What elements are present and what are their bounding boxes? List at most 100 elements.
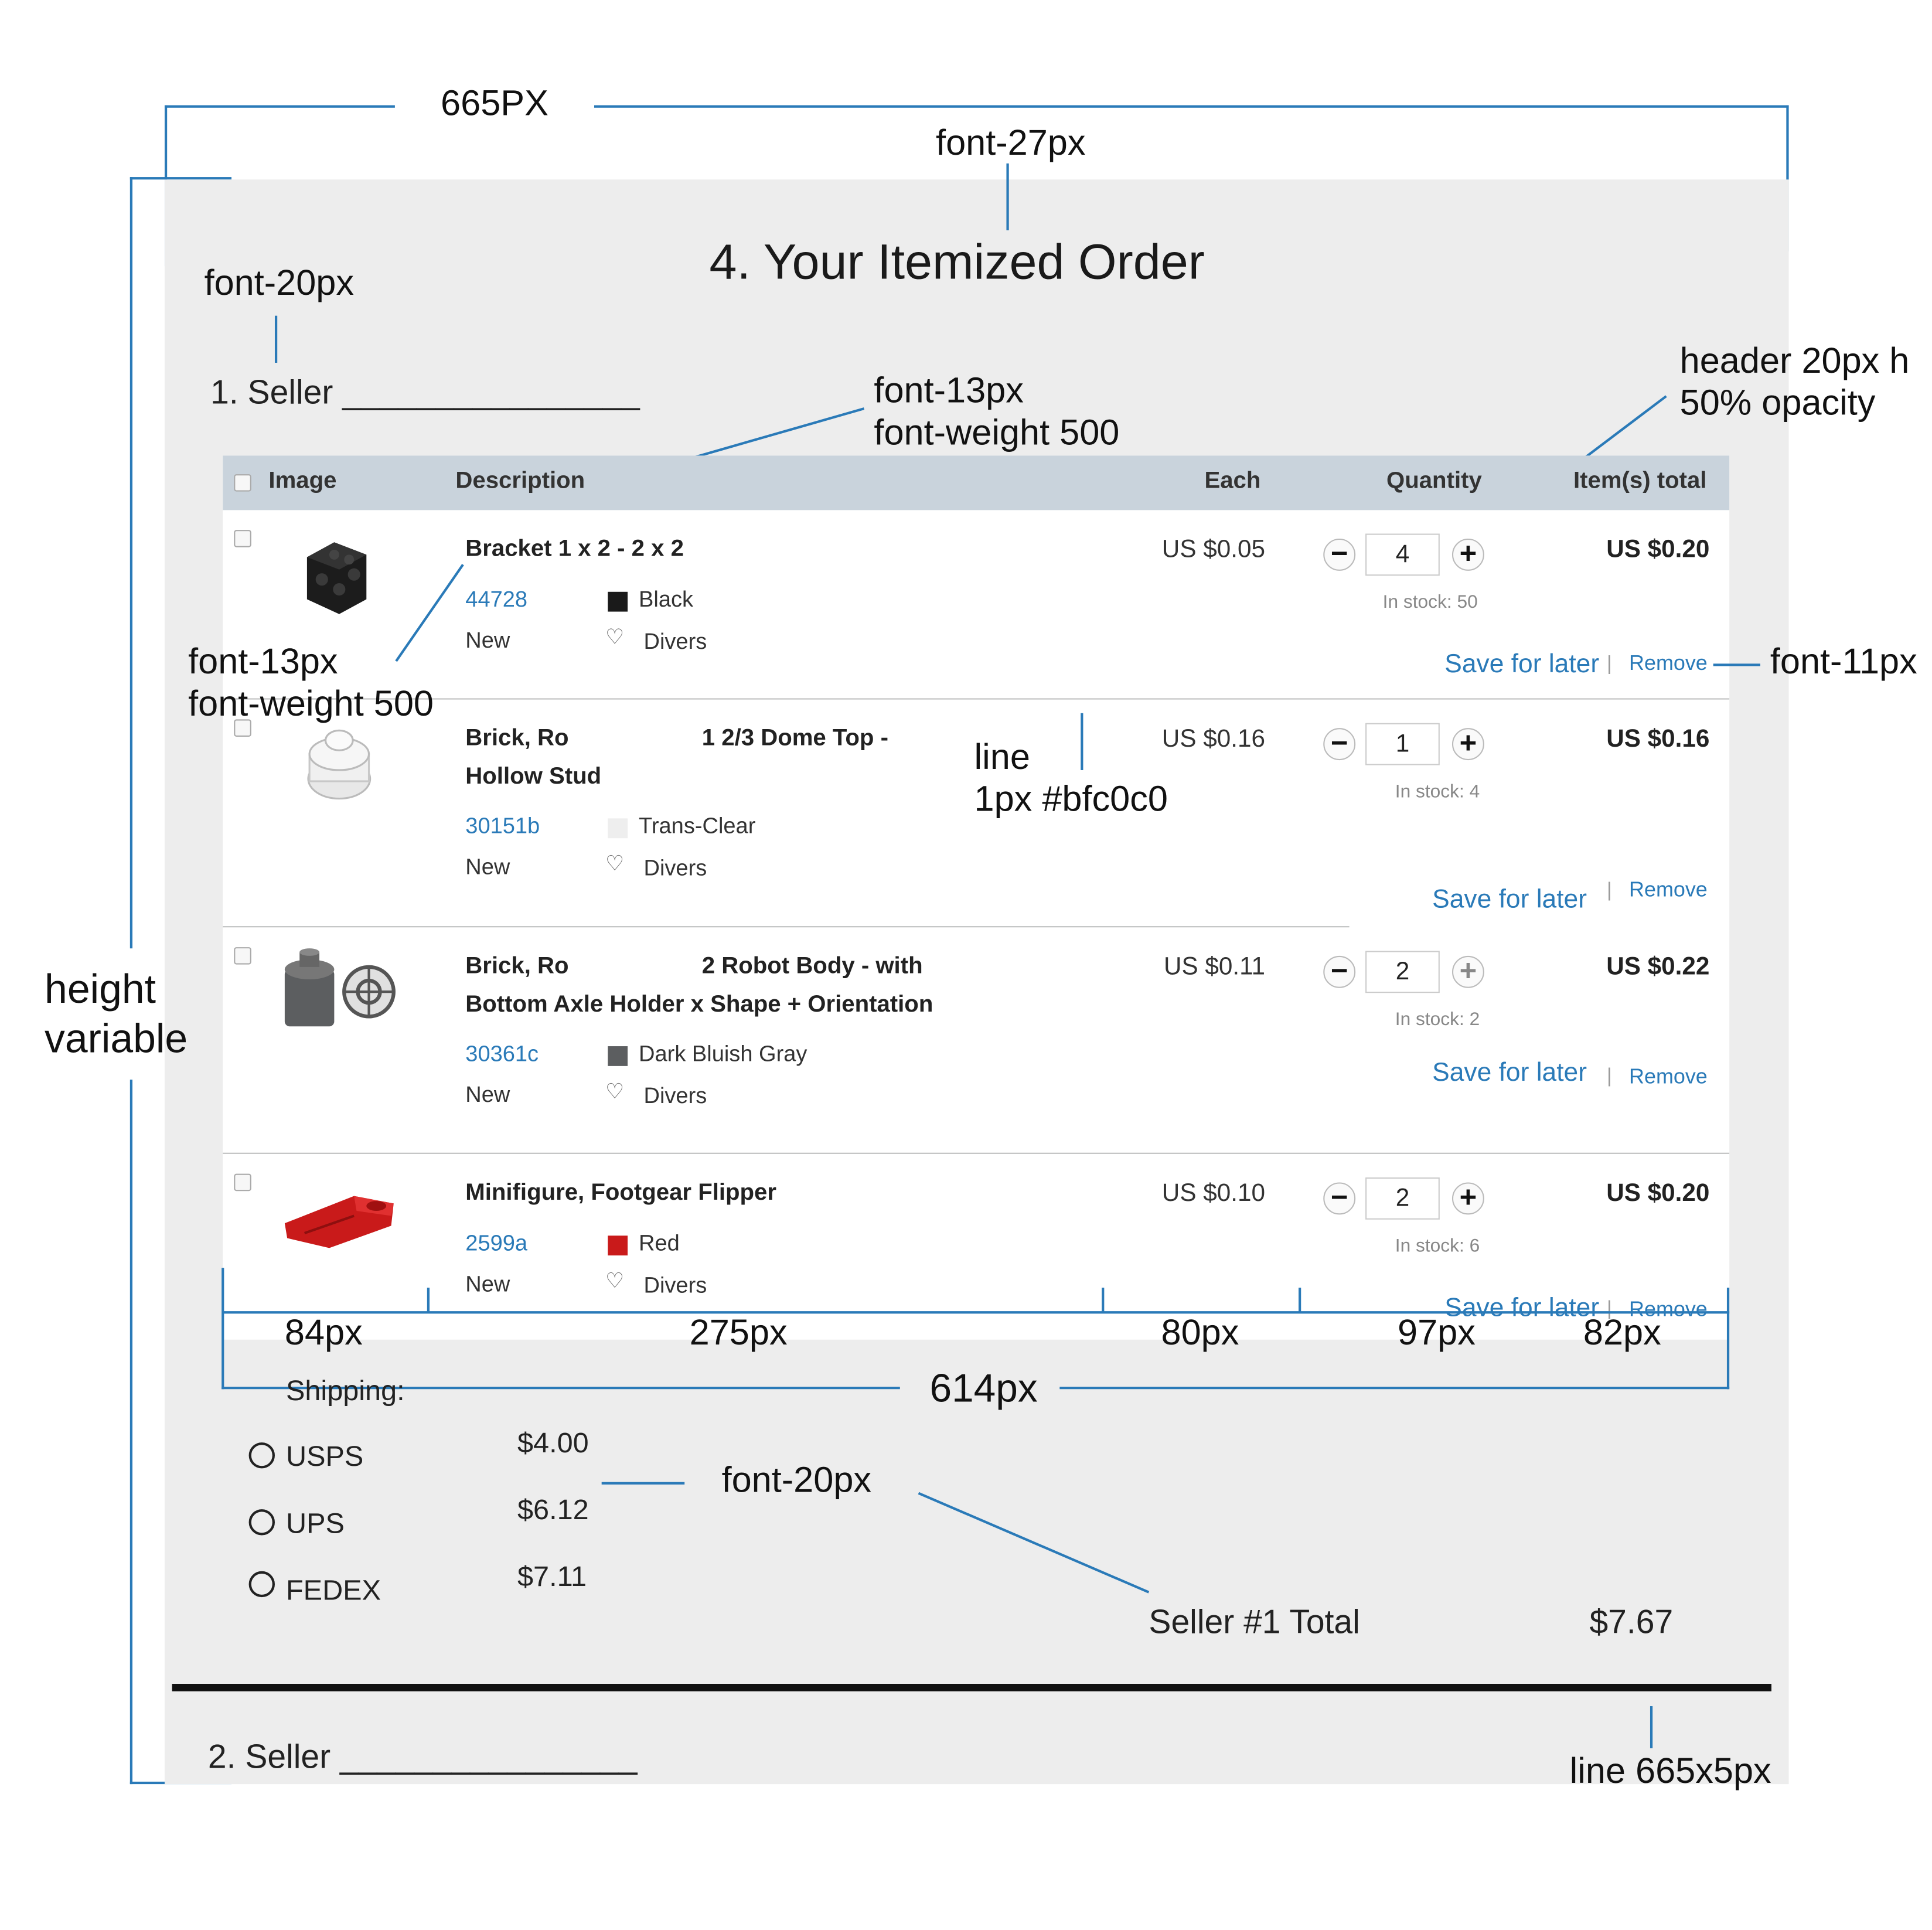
item-each-price: US $0.11 bbox=[1163, 953, 1265, 981]
usps-price: $4.00 bbox=[517, 1426, 589, 1459]
annotation-font11: font-11px bbox=[1770, 642, 1917, 682]
annotation-font13-item: font-13px bbox=[188, 642, 338, 682]
item-name-line2: Hollow Stud bbox=[465, 764, 602, 790]
heart-icon: ♡ bbox=[605, 625, 625, 649]
seller-total-label: Seller #1 Total bbox=[1149, 1603, 1360, 1641]
item-each-price: US $0.10 bbox=[1161, 1180, 1265, 1207]
remove-link[interactable]: Remove bbox=[1629, 651, 1708, 676]
robot-body-image bbox=[284, 948, 396, 1027]
annotation-font27-line bbox=[1006, 163, 1009, 230]
annotation-font13-header: font-13px bbox=[874, 371, 1024, 411]
decrease-qty-button[interactable]: − bbox=[1323, 728, 1356, 761]
annotation-divider-pointer bbox=[1650, 1706, 1653, 1748]
annotation-line: line bbox=[974, 738, 1030, 778]
header-description: Description bbox=[455, 468, 585, 494]
increase-qty-button[interactable]: + bbox=[1451, 1182, 1484, 1215]
annotation-header-height: header 20px h bbox=[1679, 342, 1910, 382]
flipper-image bbox=[284, 1196, 394, 1248]
item-each-price: US $0.05 bbox=[1161, 536, 1265, 564]
usps-label: USPS bbox=[285, 1439, 364, 1472]
annotation-font20-bottom: font-20px bbox=[721, 1461, 872, 1501]
quantity-input[interactable]: 4 bbox=[1365, 533, 1440, 576]
seller-divider bbox=[172, 1684, 1771, 1691]
bracket-top-right bbox=[594, 105, 1789, 108]
ups-radio[interactable] bbox=[248, 1509, 275, 1536]
item-stock: In stock: 2 bbox=[1395, 1009, 1480, 1030]
columns-measure-line bbox=[223, 1311, 1730, 1314]
fedex-radio[interactable] bbox=[248, 1571, 275, 1598]
ups-label: UPS bbox=[285, 1506, 345, 1539]
annotation-header-opacity: 50% opacity bbox=[1679, 383, 1876, 424]
remove-link[interactable]: Remove bbox=[1629, 878, 1708, 903]
item-color: Black bbox=[639, 587, 694, 612]
row-checkbox[interactable] bbox=[234, 530, 251, 547]
item-total: US $0.22 bbox=[1606, 953, 1710, 981]
annotation-col-quantity: 97px bbox=[1398, 1313, 1476, 1353]
bracket-part-image bbox=[306, 542, 367, 614]
save-for-later-link[interactable]: Save for later bbox=[1432, 1058, 1587, 1088]
remove-link[interactable]: Remove bbox=[1629, 1065, 1708, 1090]
increase-qty-button[interactable]: + bbox=[1451, 538, 1484, 571]
annotation-font20-bottom-line bbox=[601, 1482, 685, 1485]
color-swatch bbox=[608, 591, 628, 612]
col-tick-4 bbox=[1726, 1288, 1730, 1390]
header-total: Item(s) total bbox=[1573, 468, 1707, 494]
item-total: US $0.20 bbox=[1606, 1180, 1710, 1207]
table-width-right bbox=[1059, 1387, 1730, 1390]
item-condition: New bbox=[465, 854, 510, 879]
annotation-divider: line 665x5px bbox=[1569, 1752, 1771, 1792]
ups-price: $6.12 bbox=[517, 1493, 589, 1526]
link-separator: | bbox=[1607, 1066, 1612, 1087]
save-for-later-link[interactable]: Save for later bbox=[1444, 650, 1599, 680]
annotation-weight500-item: font-weight 500 bbox=[188, 685, 434, 724]
header-image: Image bbox=[268, 468, 337, 494]
header-each: Each bbox=[1204, 468, 1261, 494]
decrease-qty-button[interactable]: − bbox=[1323, 1182, 1356, 1215]
row-checkbox[interactable] bbox=[234, 1173, 251, 1192]
decrease-qty-button[interactable]: − bbox=[1323, 538, 1356, 571]
link-separator: | bbox=[1607, 653, 1612, 675]
fedex-price: $7.11 bbox=[517, 1560, 587, 1592]
save-for-later-link[interactable]: Save for later bbox=[1432, 885, 1587, 915]
col-tick-3 bbox=[1299, 1288, 1301, 1313]
annotation-item-pointer bbox=[395, 564, 464, 662]
item-name-continued: 2 Robot Body - with bbox=[701, 953, 923, 979]
quantity-input[interactable]: 2 bbox=[1365, 951, 1440, 993]
item-stock: In stock: 50 bbox=[1382, 591, 1478, 613]
item-code-link[interactable]: 2599a bbox=[465, 1231, 527, 1257]
item-code-link[interactable]: 30151b bbox=[465, 813, 540, 839]
increase-qty-button[interactable]: + bbox=[1451, 728, 1484, 761]
item-name: Minifigure, Footgear Flipper bbox=[465, 1180, 777, 1206]
page-title: 4. Your Itemized Order bbox=[709, 235, 1205, 290]
seller-total-value: $7.67 bbox=[1589, 1603, 1674, 1641]
table-row: Brick, Ro 2 Robot Body - with Bottom Axl… bbox=[223, 927, 1729, 1154]
item-name-continued: 1 2/3 Dome Top - bbox=[701, 725, 888, 752]
quantity-input[interactable]: 1 bbox=[1365, 723, 1440, 765]
annotation-col-image: 84px bbox=[284, 1313, 363, 1353]
annotation-width: 665PX bbox=[441, 84, 549, 124]
annotation-col-each: 80px bbox=[1161, 1313, 1239, 1353]
annotation-total-pointer bbox=[918, 1492, 1150, 1594]
seller-2-heading: 2. Seller ________________ bbox=[207, 1738, 638, 1776]
select-all-checkbox[interactable] bbox=[234, 474, 251, 492]
bracket-height-lower bbox=[130, 1080, 133, 1785]
item-total: US $0.20 bbox=[1606, 536, 1710, 564]
item-condition: New bbox=[465, 1082, 510, 1107]
col-tick-2 bbox=[1102, 1288, 1105, 1313]
item-total: US $0.16 bbox=[1606, 725, 1710, 753]
row-checkbox[interactable] bbox=[234, 947, 251, 965]
header-quantity: Quantity bbox=[1386, 468, 1482, 494]
item-code-link[interactable]: 30361c bbox=[465, 1041, 539, 1067]
quantity-input[interactable]: 2 bbox=[1365, 1177, 1440, 1220]
col-tick-0 bbox=[222, 1268, 224, 1390]
increase-qty-button[interactable]: + bbox=[1451, 955, 1484, 988]
decrease-qty-button[interactable]: − bbox=[1323, 955, 1356, 988]
annotation-font27: font-27px bbox=[936, 124, 1086, 164]
table-header: Image Description Each Quantity Item(s) … bbox=[223, 455, 1730, 510]
item-each-price: US $0.16 bbox=[1161, 725, 1265, 753]
seller-1-heading: 1. Seller ________________ bbox=[210, 373, 640, 411]
annotation-col-total: 82px bbox=[1583, 1313, 1661, 1353]
usps-radio[interactable] bbox=[248, 1442, 275, 1469]
dome-brick-image bbox=[307, 729, 372, 800]
annotation-height: height bbox=[45, 965, 156, 1012]
